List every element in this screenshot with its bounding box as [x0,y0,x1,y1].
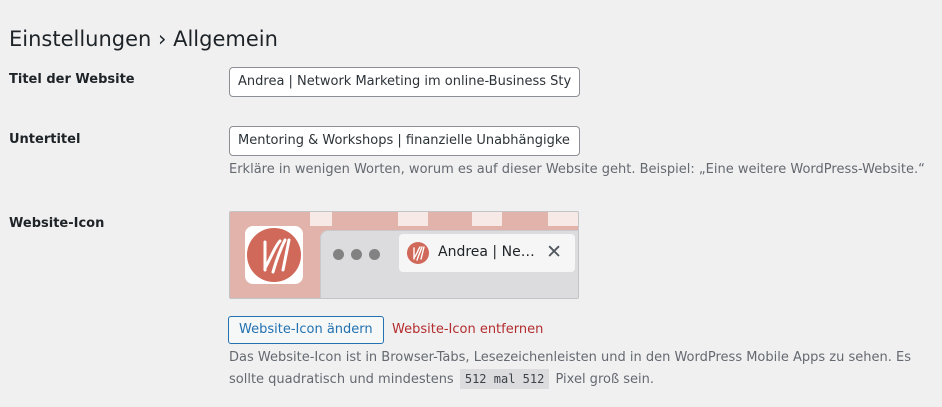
window-dot-icon [333,249,344,260]
site-title-input[interactable] [229,67,580,97]
change-site-icon-button[interactable]: Website-Icon ändern [228,316,384,344]
tagline-description: Erkläre in wenigen Worten, worum es auf … [229,162,925,177]
site-icon-label: Website-Icon [9,216,105,231]
window-dot-icon [351,249,362,260]
site-icon-preview: Andrea | Network Marketing im online-Bus… [229,211,579,299]
window-dot-icon [369,249,380,260]
browser-tab-preview: Andrea | Network Marketing im online-Bus… [399,234,575,272]
size-code: 512 mal 512 [459,369,550,389]
site-logo-icon [245,226,303,284]
site-icon-description: Das Website-Icon ist in Browser-Tabs, Le… [229,347,929,391]
tab-title: Andrea | Network Marketing im online-Bus… [438,244,538,260]
favicon-icon [407,242,429,264]
tagline-input[interactable] [229,126,580,156]
remove-site-icon-link[interactable]: Website-Icon entfernen [392,319,543,341]
close-icon: ✕ [546,241,562,263]
site-title-label: Titel der Website [9,72,135,87]
browser-preview: Andrea | Network Marketing im online-Bus… [320,230,578,298]
page-title: Einstellungen › Allgemein [9,27,278,52]
site-icon-description-end: Pixel groß sein. [555,372,655,387]
tagline-label: Untertitel [9,132,81,147]
